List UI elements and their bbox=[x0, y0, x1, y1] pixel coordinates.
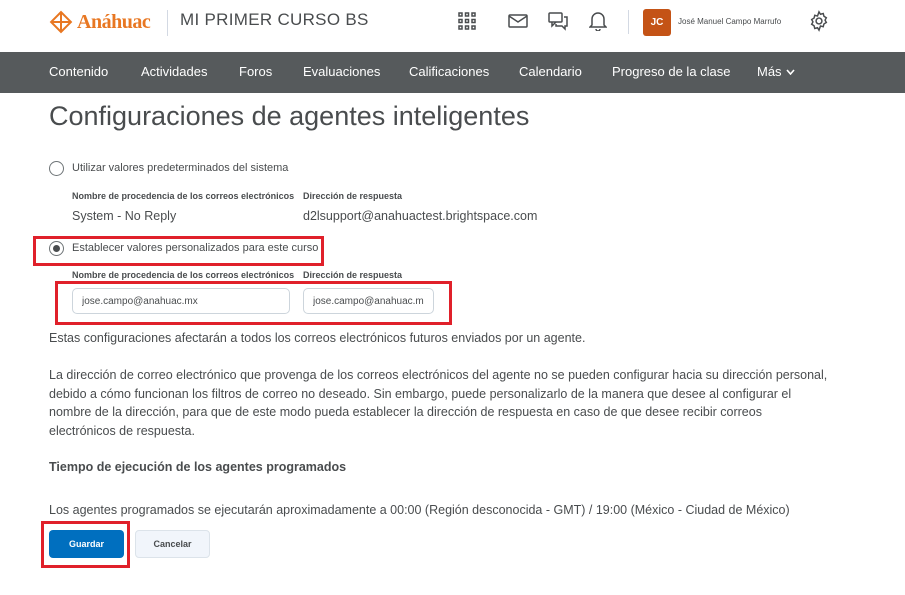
nav-item-calificaciones[interactable]: Calificaciones bbox=[409, 64, 489, 79]
radio-custom-values[interactable] bbox=[49, 241, 64, 256]
note-email-restrictions: La dirección de correo electrónico que p… bbox=[49, 368, 828, 438]
nav-more-label: Más bbox=[757, 64, 782, 79]
bell-icon[interactable] bbox=[587, 10, 609, 32]
nav-item-calendario[interactable]: Calendario bbox=[519, 64, 582, 79]
chat-icon[interactable] bbox=[547, 10, 569, 32]
top-bar: Anáhuac MI PRIMER CURSO BS JC José Manue… bbox=[0, 0, 905, 52]
header-divider bbox=[167, 10, 168, 36]
user-name[interactable]: José Manuel Campo Marrufo bbox=[678, 17, 781, 26]
course-navbar: Contenido Actividades Foros Evaluaciones… bbox=[0, 52, 905, 93]
custom-from-name-label: Nombre de procedencia de los correos ele… bbox=[72, 270, 295, 280]
nav-item-contenido[interactable]: Contenido bbox=[49, 64, 108, 79]
reply-address-input[interactable] bbox=[303, 288, 434, 314]
anahuac-logo[interactable]: Anáhuac bbox=[49, 10, 151, 34]
nav-item-progreso[interactable]: Progreso de la clase bbox=[612, 64, 731, 79]
nav-item-evaluaciones[interactable]: Evaluaciones bbox=[303, 64, 380, 79]
custom-reply-address-label: Dirección de respuesta bbox=[303, 270, 403, 280]
default-from-name: System - No Reply bbox=[72, 209, 177, 223]
page-title: Configuraciones de agentes inteligentes bbox=[49, 101, 530, 131]
gear-icon[interactable] bbox=[808, 10, 830, 32]
course-title[interactable]: MI PRIMER CURSO BS bbox=[180, 10, 369, 30]
logo-text: Anáhuac bbox=[77, 10, 151, 33]
schedule-text: Los agentes programados se ejecutarán ap… bbox=[49, 503, 790, 517]
radio-default-label[interactable]: Utilizar valores predeterminados del sis… bbox=[72, 162, 288, 174]
save-button[interactable]: Guardar bbox=[49, 530, 124, 558]
nav-item-more[interactable]: Más bbox=[757, 64, 795, 79]
grid-icon[interactable] bbox=[456, 10, 478, 32]
avatar[interactable]: JC bbox=[643, 9, 671, 36]
schedule-heading: Tiempo de ejecución de los agentes progr… bbox=[49, 460, 347, 474]
user-separator bbox=[628, 10, 629, 34]
cancel-button[interactable]: Cancelar bbox=[135, 530, 210, 558]
chevron-down-icon bbox=[785, 68, 795, 75]
radio-default-values[interactable] bbox=[49, 161, 64, 176]
nav-item-foros[interactable]: Foros bbox=[239, 64, 272, 79]
from-name-input[interactable] bbox=[72, 288, 290, 314]
default-reply-address: d2lsupport@anahuactest.brightspace.com bbox=[303, 209, 538, 223]
reply-address-label: Dirección de respuesta bbox=[303, 191, 403, 201]
note-future-emails: Estas configuraciones afectarán a todos … bbox=[49, 331, 586, 345]
mail-icon[interactable] bbox=[507, 10, 529, 32]
nav-item-actividades[interactable]: Actividades bbox=[141, 64, 207, 79]
anahuac-logo-mark-icon bbox=[49, 10, 73, 34]
radio-custom-label[interactable]: Establecer valores personalizados para e… bbox=[72, 242, 318, 254]
from-name-label: Nombre de procedencia de los correos ele… bbox=[72, 191, 295, 201]
